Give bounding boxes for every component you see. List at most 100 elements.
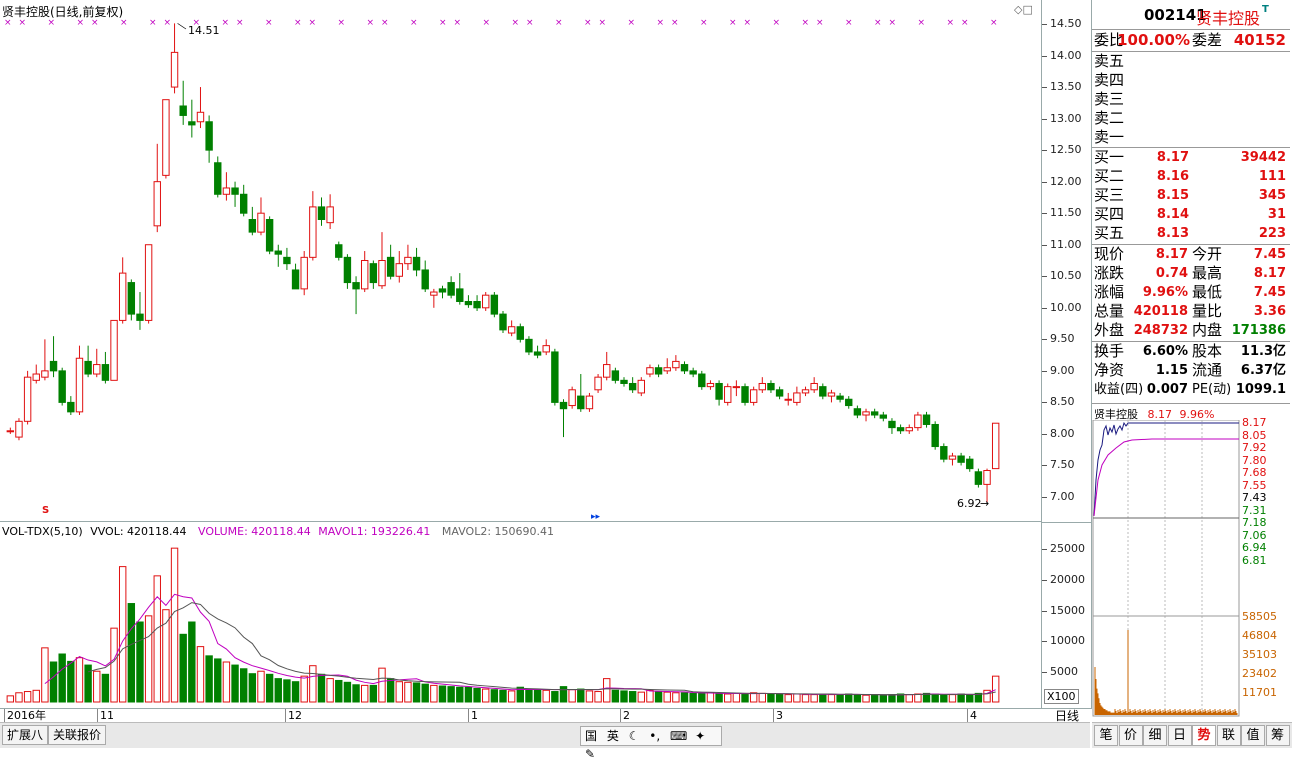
candle-up	[983, 470, 991, 485]
buy-row[interactable]: 买一 8.17 39442	[1092, 148, 1290, 167]
moon-icon[interactable]: ☾	[629, 729, 640, 743]
kline-pane[interactable]: 贤丰控股(日线,前复权) ◇□ × × × × × × × × × × × × × × × × × × × × × × × ×…	[0, 0, 1042, 522]
keyboard-icon[interactable]: ⌨	[670, 729, 687, 743]
volume-axis: X100 25000 20000 15000 10000 5000	[1042, 522, 1092, 708]
signal-marker: ×	[381, 18, 389, 28]
candle-up	[758, 382, 767, 391]
tab-extension[interactable]: 扩展八	[2, 725, 49, 745]
volume-bar-down	[188, 621, 196, 703]
candle-up	[672, 360, 680, 369]
candle-down	[966, 458, 974, 470]
date-tick-label: 2016年	[4, 709, 46, 723]
mini-price-tick: 7.55	[1242, 478, 1267, 492]
volume-bar-up	[395, 681, 403, 703]
trade-flag-icon[interactable]: T	[1262, 4, 1269, 15]
period-label[interactable]: 日线	[1042, 708, 1092, 723]
buy-row[interactable]: 买二 8.16 111	[1092, 167, 1290, 186]
candle-up	[326, 206, 334, 224]
mini-price-tick: 7.18	[1242, 516, 1267, 529]
buy-row[interactable]: 买四 8.14 31	[1092, 205, 1290, 224]
candle-down	[974, 471, 983, 485]
right-tab[interactable]: 日	[1167, 725, 1192, 746]
candle-up	[801, 389, 810, 394]
buy-level-label: 买一	[1094, 148, 1125, 166]
settings-icon[interactable]: ✦	[695, 729, 705, 743]
date-tick-label: 4	[967, 709, 977, 723]
right-tab[interactable]: 值	[1241, 725, 1265, 746]
price-axis: 14.50 14.00 13.50 13.00 12.50 12.00 11.50 11.00…	[1042, 0, 1092, 522]
candle-up	[75, 357, 84, 413]
volume-bar-down	[888, 694, 896, 703]
volume-pane[interactable]: VOL-TDX(5,10) VVOL: 420118.44 VOLUME: 42…	[0, 522, 1042, 708]
candle-down	[499, 313, 507, 331]
right-tab[interactable]: 笔	[1094, 725, 1118, 746]
candle-down	[412, 256, 421, 271]
volume-bar-down	[136, 621, 144, 703]
volume-bar-down	[879, 694, 888, 703]
bottom-toolbar: 扩展八 关联报价 国 英 ☾ •, ⌨ ✦ ✎	[0, 722, 1090, 761]
stat-row: 总量 420118 量比 3.36	[1092, 302, 1290, 321]
sell-row[interactable]: 卖二	[1092, 109, 1290, 128]
volume-tick-label: 5000	[1050, 665, 1078, 679]
high-price-label: 14.51	[188, 24, 220, 37]
volume-bar-down	[836, 694, 844, 703]
low-arrow-icon: →	[980, 497, 990, 510]
candle-down	[654, 367, 663, 375]
signal-marker: ×	[439, 18, 447, 28]
right-tab[interactable]: 细	[1143, 725, 1167, 746]
candle-up	[153, 181, 161, 227]
event-marker-icon[interactable]: S	[42, 505, 49, 516]
high-pointer	[177, 23, 187, 30]
right-tab[interactable]: 筹	[1265, 725, 1290, 746]
volume-unit[interactable]: X100	[1044, 689, 1079, 704]
candle-up	[41, 370, 49, 378]
fund-label2: PE(动)	[1192, 382, 1232, 397]
tab-related-quotes[interactable]: 关联报价	[48, 725, 107, 745]
scroll-right-icon[interactable]: ▸▸	[591, 512, 600, 522]
axis-dash	[1042, 610, 1047, 612]
sell-row[interactable]: 卖三	[1092, 90, 1290, 109]
right-tab[interactable]: 势	[1192, 725, 1216, 746]
fund-value2: 1099.1	[1235, 382, 1286, 397]
signal-marker: ×	[802, 18, 810, 28]
stat-label: 现价	[1094, 245, 1125, 263]
candle-down	[551, 351, 559, 403]
buy-row[interactable]: 买五 8.13 223	[1092, 224, 1290, 243]
volume-bar-down	[239, 668, 248, 703]
dot-icon[interactable]: •,	[649, 729, 660, 743]
signal-marker: ×	[294, 18, 302, 28]
volume-bar-down	[101, 673, 110, 703]
candle-up	[430, 291, 438, 296]
fund-value: 1.15	[1155, 363, 1188, 378]
candle-up	[257, 212, 265, 233]
mini-price-tick: 7.92	[1242, 441, 1267, 454]
volume-bar-down	[67, 660, 75, 703]
sell-row[interactable]: 卖五	[1092, 52, 1290, 71]
signal-marker: ×	[599, 18, 607, 28]
right-tab[interactable]: 联	[1216, 725, 1241, 746]
wrench-icon[interactable]: ✎	[585, 747, 595, 761]
sell-level-label: 卖四	[1094, 71, 1125, 89]
intraday-minichart[interactable]: 贤丰控股 8.17 9.96% 8.17 8.05 7.92 7.80 7.68 7.55…	[1092, 406, 1290, 722]
volume-bar-down	[819, 693, 827, 703]
ime-cn-icon[interactable]: 国	[585, 729, 597, 743]
right-tab[interactable]: 价	[1118, 725, 1143, 746]
sell-row[interactable]: 卖一	[1092, 128, 1290, 147]
volume-bar-down	[628, 691, 637, 703]
candlestick-chart: × × × × × × × × × × × × × × × × × × × × × × × × × × × × × × × × × × × × × × × ×…	[4, 18, 1000, 503]
ime-toolbar[interactable]: 国 英 ☾ •, ⌨ ✦ ✎	[580, 726, 722, 761]
ime-en-icon[interactable]: 英	[607, 729, 619, 743]
price-tick-label: 9.00	[1050, 363, 1075, 377]
candle-down	[369, 263, 378, 284]
signal-marker: ×	[889, 18, 897, 28]
volume-bar-down	[438, 685, 447, 703]
volume-bar-down	[265, 673, 274, 703]
candle-down	[845, 398, 853, 407]
candle-up	[542, 345, 550, 353]
sell-row[interactable]: 卖四	[1092, 71, 1290, 90]
buy-row[interactable]: 买三 8.15 345	[1092, 186, 1290, 205]
signal-marker: ×	[526, 18, 534, 28]
candle-down	[775, 389, 784, 397]
candle-down	[516, 326, 524, 340]
volume-bar-up	[568, 689, 576, 703]
